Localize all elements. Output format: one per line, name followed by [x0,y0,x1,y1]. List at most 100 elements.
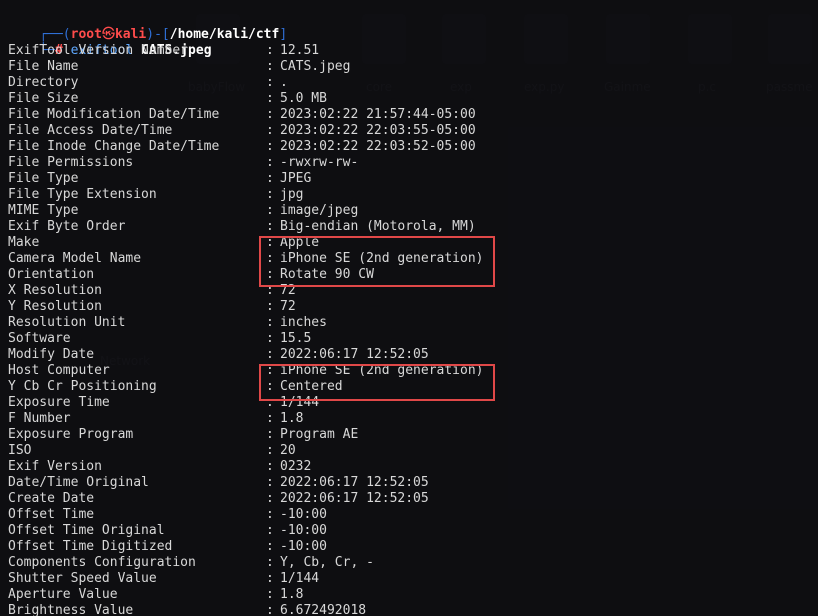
exif-row: ExifTool Version Number:12.51 [8,43,484,59]
exif-value: 2022:06:17 12:52:05 [280,347,429,362]
exif-key: Modify Date [8,347,95,362]
exif-separator: : [266,539,274,554]
exif-value: 0232 [280,459,312,474]
exif-separator: : [266,507,274,522]
exif-separator: : [266,523,274,538]
exif-key: Shutter Speed Value [8,571,157,586]
exif-key: File Name [8,59,79,74]
exif-row: Create Date:2022:06:17 12:52:05 [8,491,484,507]
exif-separator: : [266,571,274,586]
exif-value: 6.672492018 [280,603,367,616]
exif-key: File Type Extension [8,187,157,202]
exif-value: 1.8 [280,587,304,602]
exif-value: inches [280,315,327,330]
exif-separator: : [266,555,274,570]
exif-row: ISO:20 [8,443,484,459]
exif-key: MIME Type [8,203,79,218]
exif-row: File Type Extension: jpg [8,187,484,203]
exif-row: Directory:. [8,75,484,91]
exif-value: 2022:06:17 12:52:05 [280,491,429,506]
exif-row: Components Configuration: Y, Cb, Cr, - [8,555,484,571]
exif-key: Brightness Value [8,603,134,616]
exif-row: Exposure Time:1/144 [8,395,484,411]
exif-value: -10:00 [280,539,327,554]
exif-value: 12.51 [280,43,320,58]
exif-value: 15.5 [280,331,312,346]
exif-separator: : [266,411,274,426]
exif-key: Host Computer [8,363,110,378]
exif-separator: : [266,75,274,90]
exif-key: Aperture Value [8,587,118,602]
exif-row: Modify Date:2022:06:17 12:52:05 [8,347,484,363]
exif-row: Orientation: Rotate 90 CW [8,267,484,283]
exif-row: File Permissions: -rwxrw-rw- [8,155,484,171]
exif-separator: : [266,331,274,346]
exif-value: -10:00 [280,523,327,538]
exif-value: Program AE [280,427,359,442]
exif-key: Y Resolution [8,299,102,314]
exif-row: Offset Time: -10:00 [8,507,484,523]
prompt-line: ┌──(root㉿kali)-[/home/kali/ctf] [39,27,288,42]
exif-value: Rotate 90 CW [280,267,374,282]
exif-value: 1/144 [280,395,320,410]
exif-separator: : [266,155,274,170]
exif-row: File Size:5.0 MB [8,91,484,107]
exif-row: File Access Date/Time:2023:02:22 22:03:5… [8,123,484,139]
exif-value: 2023:02:22 21:57:44-05:00 [280,107,476,122]
exif-separator: : [266,43,274,58]
exif-output: ExifTool Version Number:12.51 File Name: C… [8,43,484,616]
exif-separator: : [266,475,274,490]
exif-separator: : [266,187,274,202]
terminal-window[interactable]: ┌──(root㉿kali)-[/home/kali/ctf] └─# exif… [0,0,818,616]
exif-value: jpg [280,187,304,202]
exif-separator: : [266,203,274,218]
exif-separator: : [266,123,274,138]
exif-key: File Size [8,91,79,106]
exif-key: ISO [8,443,32,458]
exif-value: -rwxrw-rw- [280,155,359,170]
exif-value: 2022:06:17 12:52:05 [280,475,429,490]
exif-key: Resolution Unit [8,315,126,330]
exif-row: Host Computer: iPhone SE (2nd generation) [8,363,484,379]
exif-row: X Resolution:72 [8,283,484,299]
exif-row: Exif Byte Order: Big-endian (Motorola, MM… [8,219,484,235]
exif-separator: : [266,91,274,106]
exif-separator: : [266,443,274,458]
exif-row: Offset Time Digitized: -10:00 [8,539,484,555]
exif-separator: : [266,267,274,282]
exif-row: Date/Time Original:2022:06:17 12:52:05 [8,475,484,491]
exif-value: Centered [280,379,343,394]
exif-key: Software [8,331,71,346]
exif-separator: : [266,395,274,410]
exif-row: Exif Version:0232 [8,459,484,475]
exif-row: Aperture Value:1.8 [8,587,484,603]
exif-key: Make [8,235,40,250]
exif-row: Camera Model Name: iPhone SE (2nd generat… [8,251,484,267]
exif-separator: : [266,299,274,314]
exif-row: File Name: CATS.jpeg [8,59,484,75]
exif-row: File Inode Change Date/Time:2023:02:22 2… [8,139,484,155]
exif-key: Y Cb Cr Positioning [8,379,157,394]
exif-value: image/jpeg [280,203,359,218]
exif-separator: : [266,315,274,330]
exif-separator: : [266,427,274,442]
exif-separator: : [266,491,274,506]
exif-value: JPEG [280,171,312,186]
exif-row: Exposure Program: Program AE [8,427,484,443]
exif-value: 72 [280,283,296,298]
exif-key: Exposure Program [8,427,134,442]
exif-value: -10:00 [280,507,327,522]
command-line: └─# exiftool CATS.jpeg [39,43,212,58]
exif-value: 2023:02:22 22:03:52-05:00 [280,139,476,154]
exif-key: File Permissions [8,155,134,170]
exif-separator: : [266,59,274,74]
exif-row: F Number:1.8 [8,411,484,427]
exif-key: X Resolution [8,283,102,298]
exif-row: Offset Time Original: -10:00 [8,523,484,539]
exif-separator: : [266,459,274,474]
exif-separator: : [266,283,274,298]
exif-row: Brightness Value:6.672492018 [8,603,484,616]
exif-key: ExifTool Version Number [8,43,189,58]
exif-key: File Inode Change Date/Time [8,139,220,154]
exif-separator: : [266,363,274,378]
